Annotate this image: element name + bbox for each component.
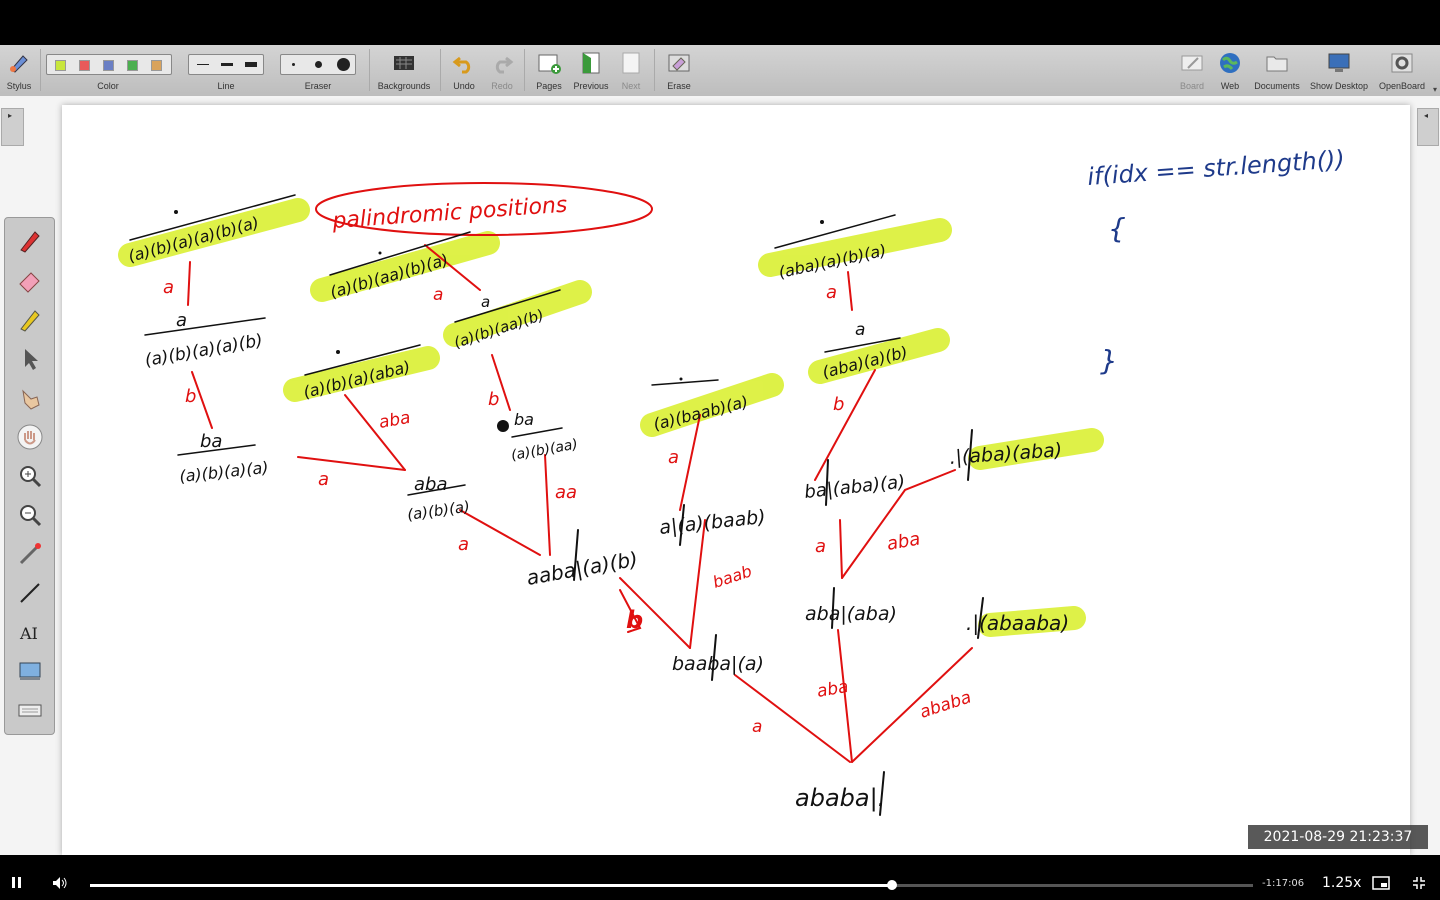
node-a-baab: a|(a)(baab) bbox=[658, 506, 766, 539]
dot-marker bbox=[820, 220, 824, 224]
node-aba-aba2: .|(aba)(aba) bbox=[949, 439, 1063, 469]
edge-line bbox=[814, 369, 876, 481]
pause-button[interactable] bbox=[12, 876, 21, 892]
code-open-brace: { bbox=[1108, 212, 1126, 245]
progress-fill bbox=[90, 884, 893, 887]
edge-line bbox=[847, 271, 853, 311]
edge-line bbox=[544, 454, 551, 556]
edge-line bbox=[459, 509, 541, 556]
whiteboard-ink-layer: ababa|. baaba|(a) aaba|(a)(b) aba|(aba) … bbox=[118, 145, 1346, 816]
edge-label: a bbox=[815, 536, 826, 557]
picture-in-picture-icon bbox=[1372, 876, 1390, 890]
edge-label: aa bbox=[555, 482, 577, 503]
node-abaaba: .|(abaaba) bbox=[966, 611, 1069, 635]
edge-label: aba bbox=[377, 408, 412, 433]
code-close-brace: } bbox=[1100, 344, 1118, 377]
node-ba2: ba bbox=[514, 410, 534, 429]
dot-marker bbox=[679, 377, 683, 381]
edge-label: a bbox=[752, 717, 762, 737]
dot-marker bbox=[174, 210, 178, 214]
highlighter-icon[interactable] bbox=[17, 307, 43, 333]
capture-icon[interactable] bbox=[17, 658, 43, 684]
text-icon[interactable]: AI bbox=[17, 619, 43, 645]
playback-speed-button[interactable]: 1.25x bbox=[1322, 875, 1361, 891]
edge-label: b bbox=[185, 386, 196, 407]
edge-line bbox=[187, 261, 191, 306]
code-snippet: if(idx == str.length()) { } bbox=[1086, 145, 1345, 377]
node-ba: ba bbox=[200, 431, 222, 452]
node-a2: a bbox=[481, 293, 490, 311]
node-a-sub: (a)(b)(a)(a)(b) bbox=[143, 331, 264, 371]
svg-text:AI: AI bbox=[19, 624, 38, 643]
zoom-in-icon[interactable] bbox=[17, 463, 43, 489]
eraser-icon[interactable] bbox=[17, 268, 43, 294]
pen-icon[interactable] bbox=[17, 228, 43, 254]
dot-marker bbox=[378, 251, 382, 255]
node-aba-aba: aba|(aba) bbox=[805, 603, 897, 625]
exit-fullscreen-button[interactable] bbox=[1412, 876, 1426, 894]
line-icon[interactable] bbox=[17, 580, 43, 606]
video-player-bar bbox=[0, 855, 1440, 900]
pointer-hand-marker bbox=[497, 420, 509, 432]
exit-fullscreen-icon bbox=[1413, 877, 1425, 889]
hand-pointer-icon[interactable] bbox=[17, 385, 43, 411]
laser-pointer-icon[interactable] bbox=[17, 541, 43, 567]
pointer-icon[interactable] bbox=[17, 346, 43, 372]
video-progress-bar[interactable] bbox=[90, 880, 1253, 890]
edge-label: a bbox=[318, 469, 329, 490]
node-ba-sub: (a)(b)(a)(a) bbox=[178, 458, 269, 486]
volume-button[interactable] bbox=[52, 876, 68, 894]
edge-label: b bbox=[833, 394, 844, 415]
edge-labels: palindromic positions a aba ababa b baab… bbox=[163, 193, 974, 737]
node-aaba: aaba|(a)(b) bbox=[525, 547, 640, 590]
edge-line bbox=[839, 519, 843, 579]
edge-label: a bbox=[433, 285, 443, 305]
fraction-line bbox=[511, 427, 563, 438]
edge-label: b bbox=[626, 606, 643, 634]
dot-marker bbox=[336, 350, 340, 354]
node-a: a bbox=[176, 310, 187, 331]
fraction-line bbox=[651, 379, 719, 386]
zoom-out-icon[interactable] bbox=[17, 502, 43, 528]
board-title: palindromic positions bbox=[331, 193, 568, 234]
edge-line bbox=[297, 456, 406, 471]
keyboard-icon[interactable] bbox=[17, 697, 43, 723]
node-ba-aba: ba|(aba)(a) bbox=[803, 472, 906, 503]
edge-label: a bbox=[163, 277, 174, 298]
edge-label: b bbox=[488, 389, 499, 410]
tree-nodes: ababa|. baaba|(a) aaba|(a)(b) aba|(aba) … bbox=[126, 210, 1069, 812]
grab-hand-icon[interactable] bbox=[17, 424, 43, 450]
node-aba-sub: (a)(b)(a) bbox=[406, 497, 471, 524]
pause-icon bbox=[12, 877, 15, 888]
volume-icon bbox=[53, 877, 67, 889]
edge-label: a bbox=[668, 447, 679, 468]
edge-label: baab bbox=[710, 561, 754, 591]
recording-timestamp: 2021-08-29 21:23:37 bbox=[1248, 825, 1428, 849]
tool-dock: AI bbox=[4, 217, 55, 735]
edge-label: a bbox=[826, 282, 837, 303]
node-a3: a bbox=[855, 320, 865, 340]
edge-line bbox=[689, 519, 706, 649]
node-root: ababa|. bbox=[795, 784, 885, 812]
edge-label: a bbox=[458, 534, 469, 555]
code-line: if(idx == str.length()) bbox=[1086, 145, 1345, 191]
time-remaining: -1:17:06 bbox=[1262, 878, 1305, 889]
node-baaba: baaba|(a) bbox=[672, 653, 764, 675]
edge-line bbox=[344, 394, 406, 471]
node-aba: aba bbox=[414, 474, 448, 495]
picture-in-picture-button[interactable] bbox=[1372, 876, 1390, 894]
edge-line bbox=[679, 414, 701, 511]
edge-label: aba bbox=[885, 528, 922, 554]
